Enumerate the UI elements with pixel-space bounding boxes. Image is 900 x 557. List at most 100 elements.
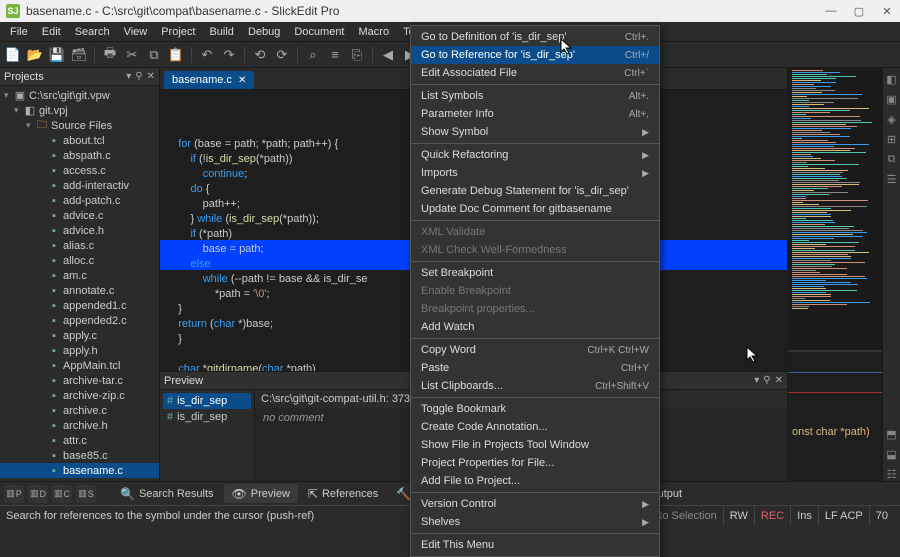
tab-close-icon[interactable]: ✕: [238, 75, 246, 86]
project-tab-s[interactable]: ▥S: [76, 485, 96, 503]
tree-file-about-tcl[interactable]: ▪about.tcl: [0, 133, 159, 148]
bottom-tab-search-results[interactable]: 🔍Search Results: [112, 484, 222, 503]
tree-file-apply-h[interactable]: ▪apply.h: [0, 343, 159, 358]
ctx-show-symbol[interactable]: Show Symbol▶: [411, 123, 659, 141]
ctx-show-file-in-projects-tool-win[interactable]: Show File in Projects Tool Window: [411, 436, 659, 454]
menu-view[interactable]: View: [118, 24, 154, 40]
ctx-set-breakpoint[interactable]: Set Breakpoint: [411, 264, 659, 282]
tree-workspace[interactable]: ▾▣C:\src\git\git.vpw: [0, 88, 159, 103]
preview-menu-icon[interactable]: ▾: [754, 375, 759, 386]
project-tab-c[interactable]: ▥C: [52, 485, 72, 503]
tree-file-attr-c[interactable]: ▪attr.c: [0, 433, 159, 448]
tree-file-abspath-c[interactable]: ▪abspath.c: [0, 148, 159, 163]
tree-file-appended1-c[interactable]: ▪appended1.c: [0, 298, 159, 313]
panel-pin-icon[interactable]: ⚲: [135, 71, 142, 82]
preview-item[interactable]: #is_dir_sep: [163, 409, 251, 425]
menu-file[interactable]: File: [4, 24, 34, 40]
gutter-btn-1[interactable]: ◧: [885, 72, 899, 86]
preview-close-icon[interactable]: ✕: [775, 375, 783, 386]
tree-file-AppMain-tcl[interactable]: ▪AppMain.tcl: [0, 358, 159, 373]
menu-search[interactable]: Search: [69, 24, 116, 40]
minimize-button[interactable]: —: [824, 4, 838, 18]
ctx-edit-this-menu[interactable]: Edit This Menu: [411, 536, 659, 554]
tree-file-bisect--helper[interactable]: ▪bisect--helper: [0, 478, 159, 481]
minimap[interactable]: [788, 68, 882, 351]
tree-file-archive-h[interactable]: ▪archive.h: [0, 418, 159, 433]
references-preview[interactable]: onst char *path): [788, 351, 882, 481]
redo-icon[interactable]: ↷: [220, 46, 238, 64]
maximize-button[interactable]: ▢: [852, 4, 866, 18]
back-icon[interactable]: ⟲: [251, 46, 269, 64]
tree-file-annotate-c[interactable]: ▪annotate.c: [0, 283, 159, 298]
menu-macro[interactable]: Macro: [353, 24, 396, 40]
tree-file-archive-zip-c[interactable]: ▪archive-zip.c: [0, 388, 159, 403]
tree-file-advice-c[interactable]: ▪advice.c: [0, 208, 159, 223]
gutter-btn-5[interactable]: ⧉: [885, 152, 899, 166]
tab-basename[interactable]: basename.c ✕: [164, 71, 254, 89]
menu-edit[interactable]: Edit: [36, 24, 67, 40]
ctx-imports[interactable]: Imports▶: [411, 164, 659, 182]
context-menu[interactable]: Go to Definition of 'is_dir_sep'Ctrl+.Go…: [410, 25, 660, 557]
tree-file-basename-c[interactable]: ▪basename.c: [0, 463, 159, 478]
copy-icon[interactable]: ⧉: [145, 46, 163, 64]
preview-pin-icon[interactable]: ⚲: [763, 375, 770, 386]
tree-file-appended2-c[interactable]: ▪appended2.c: [0, 313, 159, 328]
tree-file-archive-c[interactable]: ▪archive.c: [0, 403, 159, 418]
ctx-edit-associated-file[interactable]: Edit Associated FileCtrl+`: [411, 64, 659, 82]
tree-file-advice-h[interactable]: ▪advice.h: [0, 223, 159, 238]
undo-icon[interactable]: ↶: [198, 46, 216, 64]
tree-file-add-interactiv[interactable]: ▪add-interactiv: [0, 178, 159, 193]
ctx-paste[interactable]: PasteCtrl+Y: [411, 359, 659, 377]
tree-folder-source[interactable]: ▾🗀Source Files: [0, 118, 159, 133]
panel-menu-icon[interactable]: ▾: [126, 71, 131, 82]
nav-left-icon[interactable]: ◀: [379, 46, 397, 64]
ctx-list-clipboards-[interactable]: List Clipboards...Ctrl+Shift+V: [411, 377, 659, 395]
menu-build[interactable]: Build: [203, 24, 239, 40]
open-icon[interactable]: 📂: [26, 46, 44, 64]
forward-icon[interactable]: ⟳: [273, 46, 291, 64]
menu-debug[interactable]: Debug: [242, 24, 286, 40]
ctx-quick-refactoring[interactable]: Quick Refactoring▶: [411, 146, 659, 164]
tree-file-add-patch-c[interactable]: ▪add-patch.c: [0, 193, 159, 208]
beautify-icon[interactable]: ≡: [326, 46, 344, 64]
tree-file-archive-tar-c[interactable]: ▪archive-tar.c: [0, 373, 159, 388]
close-button[interactable]: ✕: [880, 4, 894, 18]
ctx-copy-word[interactable]: Copy WordCtrl+K Ctrl+W: [411, 341, 659, 359]
tree-file-base85-c[interactable]: ▪base85.c: [0, 448, 159, 463]
tree-file-alias-c[interactable]: ▪alias.c: [0, 238, 159, 253]
selectcode-icon[interactable]: ⎘: [348, 46, 366, 64]
print-icon[interactable]: 🖶: [101, 46, 119, 64]
ctx-shelves[interactable]: Shelves▶: [411, 513, 659, 531]
tree-file-alloc-c[interactable]: ▪alloc.c: [0, 253, 159, 268]
tree-project[interactable]: ▾◧git.vpj: [0, 103, 159, 118]
ctx-parameter-info[interactable]: Parameter InfoAlt+,: [411, 105, 659, 123]
tree-file-am-c[interactable]: ▪am.c: [0, 268, 159, 283]
ctx-project-properties-for-file-[interactable]: Project Properties for File...: [411, 454, 659, 472]
project-tree[interactable]: ▾▣C:\src\git\git.vpw▾◧git.vpj▾🗀Source Fi…: [0, 86, 159, 481]
new-icon[interactable]: 📄: [4, 46, 22, 64]
project-tab-p[interactable]: ▥P: [4, 485, 24, 503]
ctx-go-to-reference-for-is-dir-sep[interactable]: Go to Reference for 'is_dir_sep'Ctrl+/: [411, 46, 659, 64]
ctx-update-doc-comment-for-gitbase[interactable]: Update Doc Comment for gitbasename: [411, 200, 659, 218]
gutter-btn-7[interactable]: ⬒: [885, 427, 899, 441]
ctx-add-watch[interactable]: Add Watch: [411, 318, 659, 336]
gutter-btn-3[interactable]: ◈: [885, 112, 899, 126]
save-all-icon[interactable]: 🗃: [70, 46, 88, 64]
preview-item[interactable]: #is_dir_sep: [163, 393, 251, 409]
ctx-create-code-annotation-[interactable]: Create Code Annotation...: [411, 418, 659, 436]
menu-document[interactable]: Document: [288, 24, 350, 40]
ctx-toggle-bookmark[interactable]: Toggle Bookmark: [411, 400, 659, 418]
ctx-go-to-definition-of-is-dir-sep[interactable]: Go to Definition of 'is_dir_sep'Ctrl+.: [411, 28, 659, 46]
gutter-btn-2[interactable]: ▣: [885, 92, 899, 106]
save-icon[interactable]: 💾: [48, 46, 66, 64]
cut-icon[interactable]: ✂: [123, 46, 141, 64]
gutter-btn-6[interactable]: ☰: [885, 172, 899, 186]
tree-file-apply-c[interactable]: ▪apply.c: [0, 328, 159, 343]
bottom-tab-preview[interactable]: 👁Preview: [224, 484, 298, 503]
tree-file-access-c[interactable]: ▪access.c: [0, 163, 159, 178]
ctx-list-symbols[interactable]: List SymbolsAlt+.: [411, 87, 659, 105]
ctx-generate-debug-statement-for-i[interactable]: Generate Debug Statement for 'is_dir_sep…: [411, 182, 659, 200]
gutter-btn-8[interactable]: ⬓: [885, 447, 899, 461]
find-icon[interactable]: ⌕: [304, 46, 322, 64]
gutter-btn-9[interactable]: ☷: [885, 467, 899, 481]
